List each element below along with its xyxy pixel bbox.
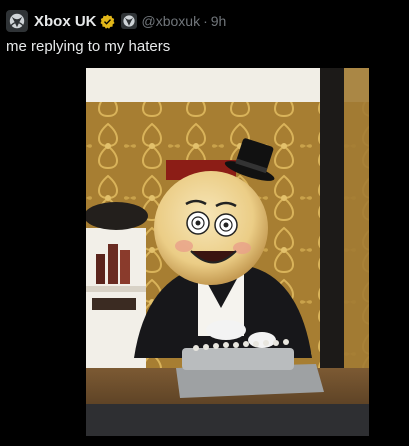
- timestamp[interactable]: 9h: [211, 13, 227, 29]
- xbox-logo-icon: [9, 13, 25, 29]
- verified-badge-icon: [99, 14, 115, 29]
- author-handle[interactable]: @xboxuk: [142, 13, 201, 29]
- tweet-header: Xbox UK @xboxuk · 9h: [6, 10, 226, 32]
- avatar[interactable]: [6, 10, 28, 32]
- author-name[interactable]: Xbox UK: [34, 13, 97, 30]
- media-crop-edge: [0, 436, 409, 446]
- separator-dot: ·: [203, 13, 208, 29]
- affiliate-badge-icon: [120, 13, 137, 29]
- tweet-media-image[interactable]: [86, 68, 369, 446]
- tweet-text: me replying to my haters: [6, 38, 171, 55]
- photo-illustration: [86, 68, 369, 446]
